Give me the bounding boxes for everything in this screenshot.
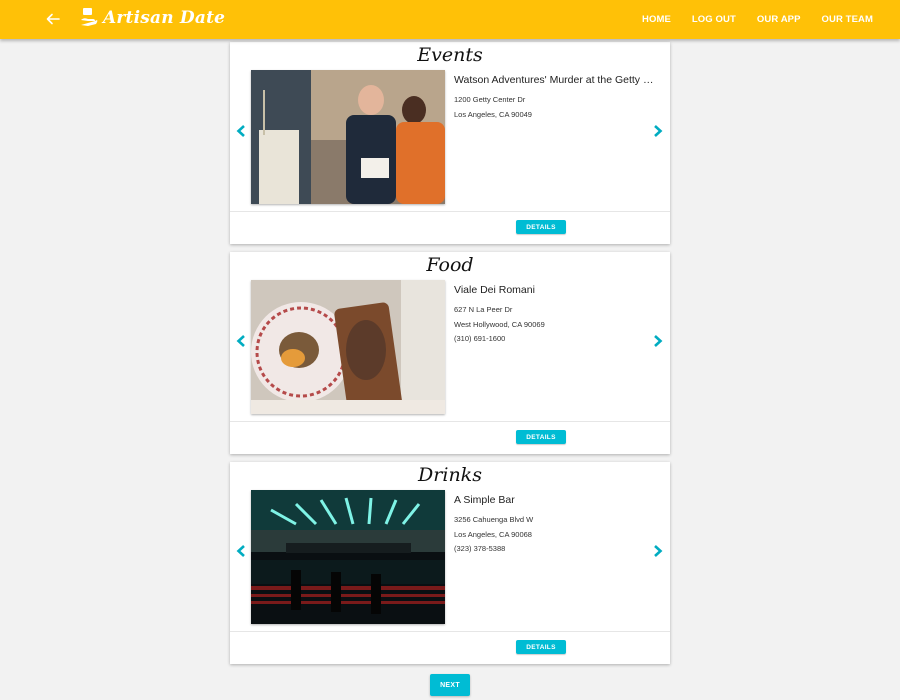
drinks-address-line: Los Angeles, CA 90068 (454, 529, 532, 539)
events-card: Events Watson Adventures' Murder at the … (230, 42, 670, 244)
food-card: Food Viale Dei Romani 627 N La Peer Dr W… (230, 252, 670, 454)
card-title: Events (417, 44, 483, 66)
food-info: Viale Dei Romani 627 N La Peer Dr West H… (454, 284, 654, 347)
logo-text: Artisan Date (103, 8, 226, 28)
details-button[interactable]: DETAILS (516, 430, 566, 444)
food-phone: (310) 691-1600 (454, 334, 506, 343)
drinks-phone: (323) 378-5388 (454, 544, 506, 553)
divider (230, 211, 670, 212)
event-address-line: Los Angeles, CA 90049 (454, 109, 532, 119)
drinks-photo[interactable] (251, 490, 445, 624)
food-address-line: 627 N La Peer Dr (454, 305, 513, 314)
event-info: Watson Adventures' Murder at the Getty S… (454, 74, 654, 122)
nav-our-app[interactable]: OUR APP (757, 14, 801, 25)
chevron-left-icon[interactable] (235, 544, 247, 558)
drinks-name[interactable]: A Simple Bar (454, 494, 654, 506)
drinks-address-line: 3256 Cahuenga Blvd W (454, 515, 534, 524)
back-arrow-icon[interactable] (43, 9, 63, 29)
logo[interactable]: Artisan Date (79, 6, 225, 30)
nav-log-out[interactable]: LOG OUT (692, 14, 736, 25)
chevron-right-icon[interactable] (652, 124, 664, 138)
chevron-right-icon[interactable] (652, 544, 664, 558)
event-address-line: 1200 Getty Center Dr (454, 95, 526, 104)
details-button[interactable]: DETAILS (516, 220, 566, 234)
drinks-info: A Simple Bar 3256 Cahuenga Blvd W Los An… (454, 494, 654, 557)
app-bar: Artisan Date HOME LOG OUT OUR APP OUR TE… (0, 0, 900, 39)
drinks-card: Drinks A Simple Bar 3256 Cahuenga Blvd W… (230, 462, 670, 664)
divider (230, 631, 670, 632)
chevron-left-icon[interactable] (235, 124, 247, 138)
food-photo[interactable] (251, 280, 445, 414)
food-address-line: West Hollywood, CA 90069 (454, 319, 545, 329)
nav-our-team[interactable]: OUR TEAM (822, 14, 873, 25)
chevron-left-icon[interactable] (235, 334, 247, 348)
next-button[interactable]: NEXT (430, 674, 470, 696)
main-nav: HOME LOG OUT OUR APP OUR TEAM (621, 0, 873, 39)
nav-home[interactable]: HOME (642, 14, 671, 25)
card-title: Drinks (418, 464, 482, 486)
event-name[interactable]: Watson Adventures' Murder at the Getty S… (454, 74, 654, 86)
food-name[interactable]: Viale Dei Romani (454, 284, 654, 296)
card-title: Food (426, 254, 474, 276)
details-button[interactable]: DETAILS (516, 640, 566, 654)
event-photo[interactable] (251, 70, 445, 204)
chevron-right-icon[interactable] (652, 334, 664, 348)
logo-icon (81, 8, 98, 26)
divider (230, 421, 670, 422)
